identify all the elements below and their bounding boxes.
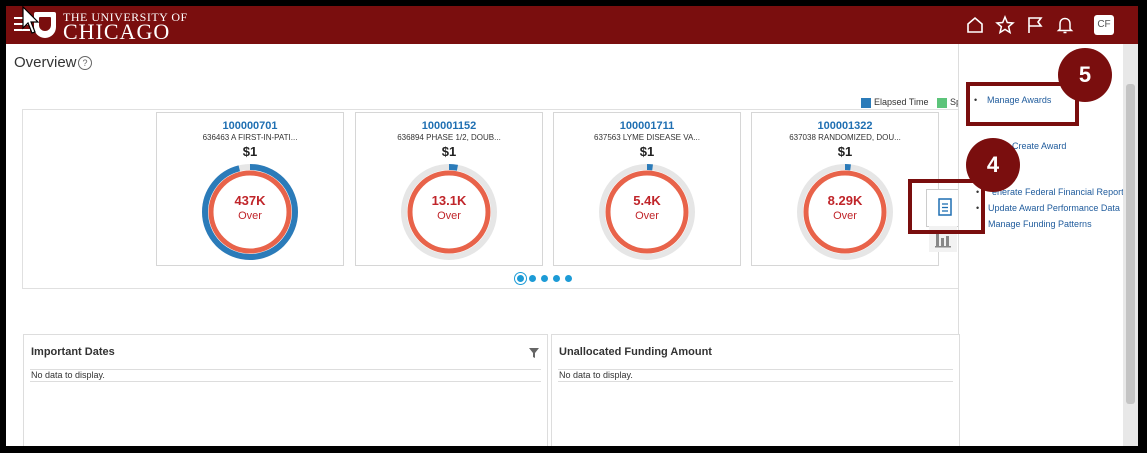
award-id-link[interactable]: 100001711 bbox=[554, 120, 740, 132]
award-card[interactable]: 100000701 636463 A FIRST-IN-PATI... $1 4… bbox=[156, 112, 344, 266]
scrollbar-thumb[interactable] bbox=[1126, 84, 1135, 404]
divider bbox=[30, 369, 541, 370]
pager-dot[interactable] bbox=[517, 275, 524, 282]
award-name: 636463 A FIRST-IN-PATI... bbox=[202, 133, 298, 142]
callout-step-badge: 4 bbox=[966, 138, 1020, 192]
legend-label-elapsed: Elapsed Time bbox=[874, 97, 929, 107]
award-id-link[interactable]: 100001152 bbox=[356, 120, 542, 132]
panel-title: Unallocated Funding Amount bbox=[559, 346, 712, 358]
award-amount: $1 bbox=[837, 144, 853, 159]
pager-dot[interactable] bbox=[565, 275, 572, 282]
award-name: 637563 LYME DISEASE VA... bbox=[594, 133, 700, 142]
star-icon[interactable] bbox=[994, 14, 1016, 36]
app-window: THE UNIVERSITY OF CHICAGO CF Overview ? … bbox=[6, 6, 1138, 446]
award-card[interactable]: 100001711 637563 LYME DISEASE VA... $1 5… bbox=[553, 112, 741, 266]
award-over-label: Over bbox=[238, 210, 262, 222]
carousel-pager bbox=[517, 269, 577, 287]
highlight-box-tasks-button bbox=[908, 179, 985, 234]
pager-dot[interactable] bbox=[529, 275, 536, 282]
award-amount: $1 bbox=[242, 144, 258, 159]
notification-bell-icon[interactable] bbox=[1054, 14, 1076, 36]
divider bbox=[558, 381, 953, 382]
task-link-manage-funding-patterns[interactable]: Manage Funding Patterns bbox=[988, 219, 1092, 229]
chart-legend: Elapsed Time Sp bbox=[861, 97, 961, 108]
empty-state-text: No data to display. bbox=[559, 370, 633, 380]
page-title: Overview bbox=[14, 54, 77, 71]
flag-icon[interactable] bbox=[1024, 14, 1046, 36]
award-id-link[interactable]: 100000701 bbox=[157, 120, 343, 132]
logo-text-bottom: CHICAGO bbox=[63, 19, 171, 44]
award-over-value: 13.1K bbox=[431, 193, 467, 208]
help-icon[interactable]: ? bbox=[78, 56, 92, 70]
award-name: 637038 RANDOMIZED, DOU... bbox=[789, 133, 901, 142]
filter-icon[interactable] bbox=[528, 347, 540, 359]
award-card[interactable]: 100001152 636894 PHASE 1/2, DOUB... $1 1… bbox=[355, 112, 543, 266]
panel-title: Important Dates bbox=[31, 346, 115, 358]
mouse-cursor-icon bbox=[22, 6, 40, 34]
award-amount: $1 bbox=[441, 144, 457, 159]
pager-dot[interactable] bbox=[541, 275, 548, 282]
user-avatar[interactable]: CF bbox=[1094, 15, 1114, 35]
task-link-update-award-performance[interactable]: Update Award Performance Data bbox=[988, 203, 1120, 213]
pager-dot[interactable] bbox=[553, 275, 560, 282]
legend-swatch-elapsed bbox=[861, 97, 871, 108]
award-over-value: 437K bbox=[234, 193, 266, 208]
award-over-label: Over bbox=[437, 210, 461, 222]
task-link-generate-federal-financial-report[interactable]: enerate Federal Financial Report bbox=[992, 187, 1124, 197]
award-id-link[interactable]: 100001322 bbox=[752, 120, 938, 132]
award-over-value: 5.4K bbox=[633, 193, 661, 208]
legend-swatch-spent bbox=[937, 97, 948, 108]
unallocated-funding-panel: Unallocated Funding Amount No data to di… bbox=[551, 334, 960, 446]
callout-step-badge: 5 bbox=[1058, 48, 1112, 102]
empty-state-text: No data to display. bbox=[31, 370, 105, 380]
divider bbox=[30, 381, 541, 382]
top-navigation-bar: THE UNIVERSITY OF CHICAGO CF bbox=[6, 6, 1138, 44]
award-name: 636894 PHASE 1/2, DOUB... bbox=[397, 133, 501, 142]
vertical-scrollbar[interactable] bbox=[1123, 44, 1138, 446]
task-link-create-award[interactable]: Create Award bbox=[1012, 141, 1066, 151]
home-icon[interactable] bbox=[964, 14, 986, 36]
important-dates-panel: Important Dates No data to display. bbox=[23, 334, 548, 446]
award-amount: $1 bbox=[639, 144, 655, 159]
award-over-label: Over bbox=[635, 210, 659, 222]
